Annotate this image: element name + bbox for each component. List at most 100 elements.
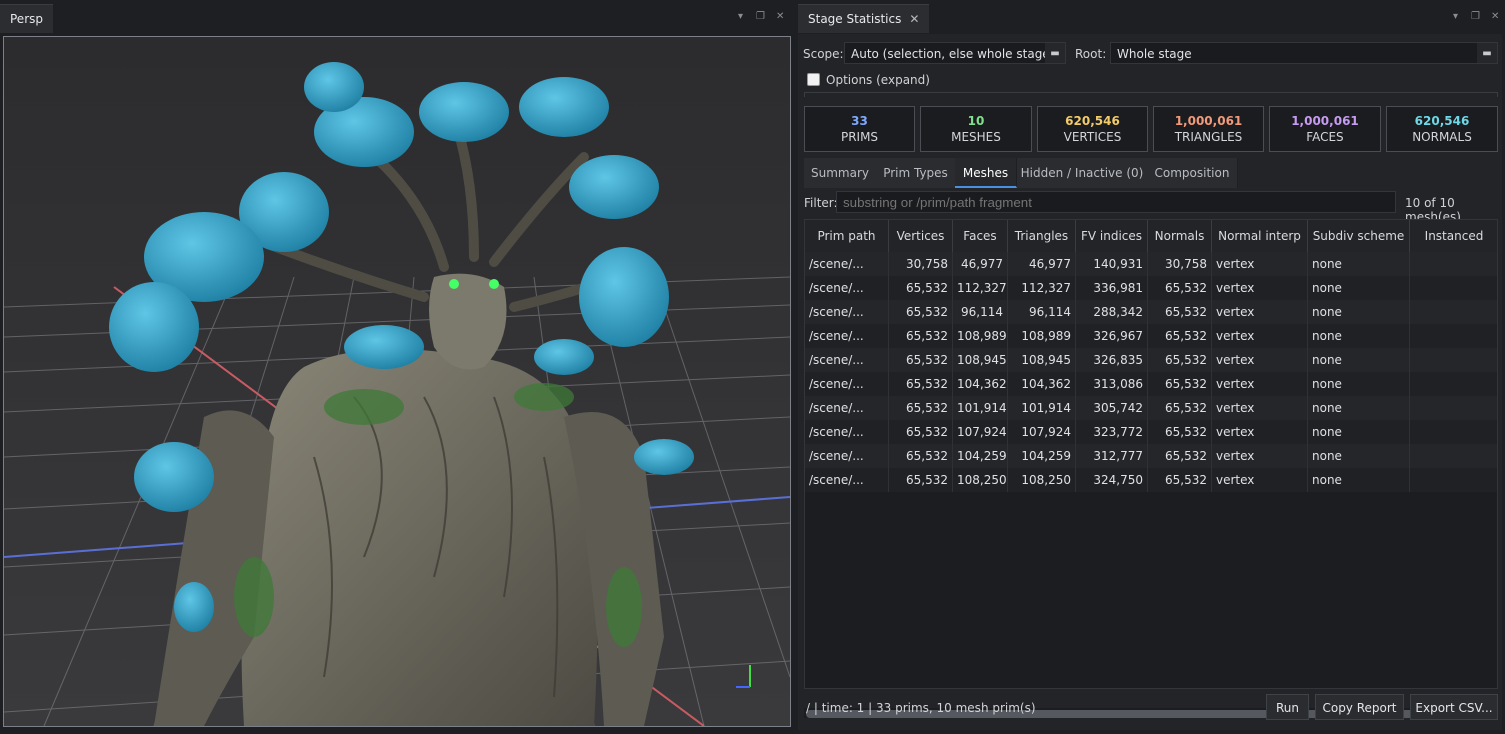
- column-header[interactable]: Vertices: [889, 220, 953, 252]
- table-cell: 65,532: [1148, 300, 1212, 324]
- float-window-icon[interactable]: ❐: [756, 11, 765, 22]
- column-header[interactable]: Prim path: [805, 220, 889, 252]
- card-label: MESHES: [951, 130, 1001, 144]
- column-header[interactable]: FV indices: [1076, 220, 1148, 252]
- table-cell: vertex: [1212, 396, 1308, 420]
- panel-menu-icon[interactable]: ▾: [1453, 11, 1458, 22]
- table-cell: 96,114: [953, 300, 1008, 324]
- table-cell: 108,250: [1008, 468, 1076, 492]
- table-cell: none: [1308, 420, 1410, 444]
- table-row[interactable]: /scene/... 65,532 107,924 107,924 323,772 65,…: [805, 420, 1497, 444]
- card-normals: 620,546 NORMALS: [1386, 106, 1498, 152]
- table-cell: [1410, 444, 1497, 468]
- options-divider: [804, 92, 1498, 97]
- tab-prim-types[interactable]: Prim Types: [876, 158, 956, 188]
- card-faces: 1,000,061 FACES: [1269, 106, 1381, 152]
- table-cell: none: [1308, 444, 1410, 468]
- export-csv-button[interactable]: Export CSV...: [1410, 694, 1498, 720]
- table-cell: /scene/...: [805, 372, 889, 396]
- table-row[interactable]: /scene/... 65,532 108,989 108,989 326,967 65,…: [805, 324, 1497, 348]
- table-cell: 65,532: [1148, 396, 1212, 420]
- table-cell: vertex: [1212, 276, 1308, 300]
- meshes-table[interactable]: Prim path Vertices Faces Triangles FV in…: [804, 219, 1498, 689]
- table-cell: 65,532: [1148, 372, 1212, 396]
- column-header[interactable]: Normal interp: [1212, 220, 1308, 252]
- table-cell: vertex: [1212, 444, 1308, 468]
- table-cell: [1410, 276, 1497, 300]
- table-cell: none: [1308, 396, 1410, 420]
- table-cell: vertex: [1212, 420, 1308, 444]
- tab-meshes[interactable]: Meshes: [955, 158, 1017, 188]
- panel-menu-icon[interactable]: ▾: [738, 11, 743, 22]
- column-header[interactable]: Instanced: [1410, 220, 1497, 252]
- copy-report-button[interactable]: Copy Report: [1315, 694, 1404, 720]
- stats-body: Scope: Auto (selection, else whole stage…: [798, 34, 1502, 730]
- table-row[interactable]: /scene/... 65,532 104,362 104,362 313,086 65,…: [805, 372, 1497, 396]
- table-cell: [1410, 300, 1497, 324]
- table-cell: /scene/...: [805, 324, 889, 348]
- table-cell: vertex: [1212, 468, 1308, 492]
- table-cell: 288,342: [1076, 300, 1148, 324]
- stage-statistics-panel: Stage Statistics ✕ ▾ ❐ ✕ Scope: Auto (sel…: [795, 0, 1505, 734]
- float-window-icon[interactable]: ❐: [1471, 11, 1480, 22]
- table-cell: 107,924: [953, 420, 1008, 444]
- table-cell: /scene/...: [805, 348, 889, 372]
- root-dropdown[interactable]: Whole stage ▬: [1110, 42, 1498, 64]
- filter-input[interactable]: [836, 191, 1396, 213]
- table-cell: 96,114: [1008, 300, 1076, 324]
- table-row[interactable]: /scene/... 65,532 101,914 101,914 305,742 65,…: [805, 396, 1497, 420]
- table-cell: 112,327: [1008, 276, 1076, 300]
- table-cell: /scene/...: [805, 300, 889, 324]
- table-cell: [1410, 372, 1497, 396]
- close-tab-icon[interactable]: ✕: [909, 12, 919, 26]
- tab-stage-statistics[interactable]: Stage Statistics ✕: [798, 4, 930, 33]
- table-cell: /scene/...: [805, 396, 889, 420]
- table-row[interactable]: /scene/... 65,532 108,945 108,945 326,835 65,…: [805, 348, 1497, 372]
- table-cell: 65,532: [889, 348, 953, 372]
- close-panel-icon[interactable]: ✕: [1491, 11, 1499, 22]
- table-row[interactable]: /scene/... 65,532 108,250 108,250 324,750 65,…: [805, 468, 1497, 492]
- card-vertices: 620,546 VERTICES: [1037, 106, 1148, 152]
- table-cell: vertex: [1212, 300, 1308, 324]
- tab-hidden-inactive[interactable]: Hidden / Inactive (0): [1017, 158, 1148, 188]
- table-cell: 112,327: [953, 276, 1008, 300]
- table-cell: [1410, 396, 1497, 420]
- column-header[interactable]: Faces: [953, 220, 1008, 252]
- table-cell: 108,945: [953, 348, 1008, 372]
- table-cell: vertex: [1212, 372, 1308, 396]
- table-cell: /scene/...: [805, 276, 889, 300]
- table-row[interactable]: /scene/... 65,532 104,259 104,259 312,777 65,…: [805, 444, 1497, 468]
- table-cell: 65,532: [1148, 420, 1212, 444]
- column-header[interactable]: Subdiv scheme: [1308, 220, 1410, 252]
- tab-persp[interactable]: Persp: [0, 4, 53, 33]
- table-cell: 108,989: [1008, 324, 1076, 348]
- column-header[interactable]: Normals: [1148, 220, 1212, 252]
- 3d-viewport[interactable]: [3, 36, 791, 727]
- tab-composition[interactable]: Composition: [1147, 158, 1238, 188]
- table-cell: 46,977: [1008, 252, 1076, 276]
- options-checkbox[interactable]: [807, 73, 820, 86]
- table-cell: /scene/...: [805, 420, 889, 444]
- table-cell: 104,259: [1008, 444, 1076, 468]
- table-cell: 65,532: [1148, 324, 1212, 348]
- table-cell: none: [1308, 372, 1410, 396]
- close-panel-icon[interactable]: ✕: [776, 11, 784, 22]
- table-cell: none: [1308, 252, 1410, 276]
- table-row[interactable]: /scene/... 30,758 46,977 46,977 140,931 30,75…: [805, 252, 1497, 276]
- column-header[interactable]: Triangles: [1008, 220, 1076, 252]
- table-cell: 324,750: [1076, 468, 1148, 492]
- scope-dropdown[interactable]: Auto (selection, else whole stage) ▬: [844, 42, 1066, 64]
- table-row[interactable]: /scene/... 65,532 112,327 112,327 336,981 65,…: [805, 276, 1497, 300]
- table-cell: 312,777: [1076, 444, 1148, 468]
- table-cell: 305,742: [1076, 396, 1148, 420]
- table-cell: 65,532: [889, 396, 953, 420]
- tab-summary[interactable]: Summary: [804, 158, 877, 188]
- scope-label: Scope:: [803, 47, 844, 61]
- table-cell: [1410, 324, 1497, 348]
- table-cell: 108,250: [953, 468, 1008, 492]
- table-row[interactable]: /scene/... 65,532 96,114 96,114 288,342 65,53…: [805, 300, 1497, 324]
- card-label: NORMALS: [1412, 130, 1472, 144]
- run-button[interactable]: Run: [1266, 694, 1309, 720]
- table-cell: 46,977: [953, 252, 1008, 276]
- card-label: FACES: [1306, 130, 1344, 144]
